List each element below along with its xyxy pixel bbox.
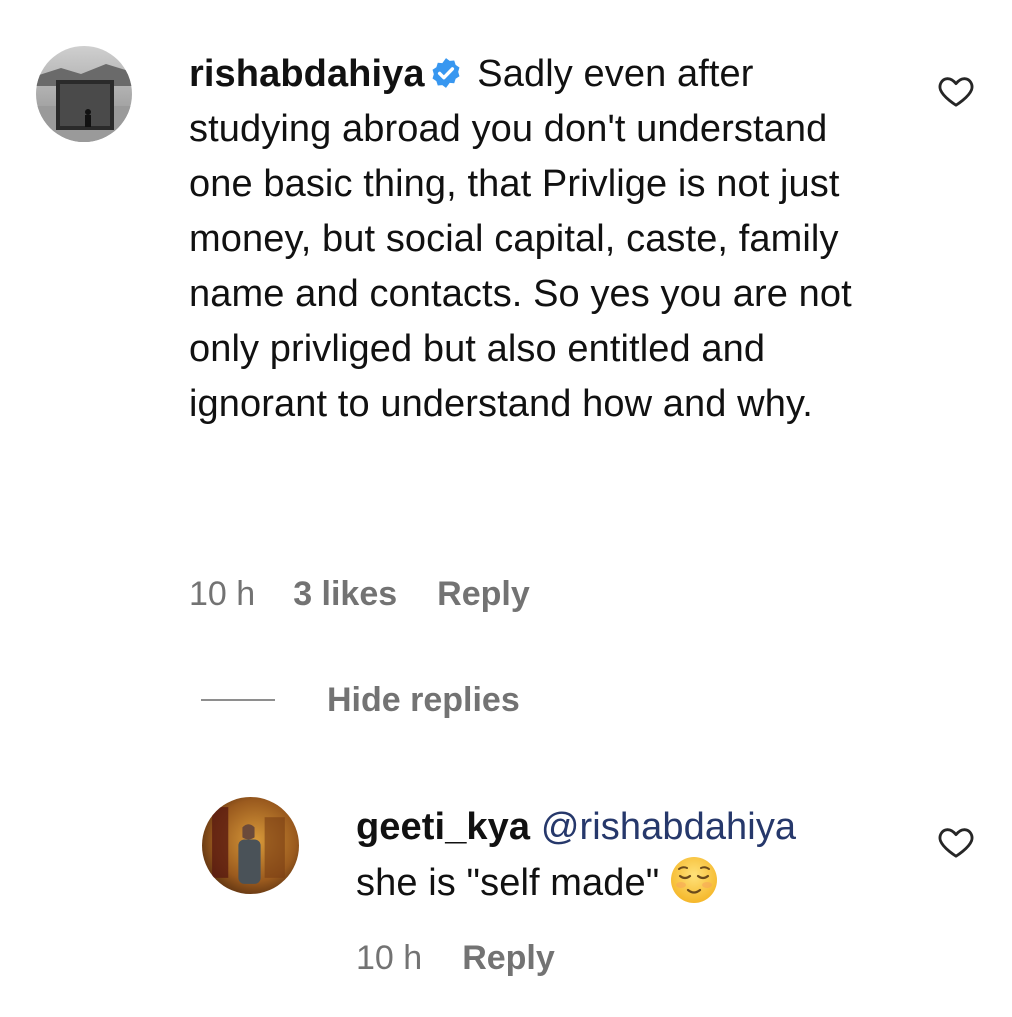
comment-meta: 10 h 3 likes Reply — [189, 572, 530, 616]
reply-text-block: geeti_kya @rishabdahiya she is "self mad… — [356, 800, 916, 911]
reply-avatar[interactable] — [202, 797, 299, 894]
reply-button[interactable]: Reply — [437, 575, 530, 614]
comment-text: Sadly even after studying abroad you don… — [189, 53, 852, 425]
comment-username[interactable]: rishabdahiya — [189, 53, 425, 95]
reply-meta: 10 h Reply — [356, 936, 555, 980]
reply-mention-link[interactable]: @rishabdahiya — [541, 806, 796, 848]
comment-timestamp: 10 h — [189, 574, 256, 613]
avatar[interactable] — [36, 46, 132, 142]
reply-like-heart-icon[interactable] — [936, 822, 976, 862]
like-heart-icon[interactable] — [936, 71, 976, 111]
reply-username[interactable]: geeti_kya — [356, 806, 530, 848]
reply-reply-button[interactable]: Reply — [462, 939, 555, 978]
hide-replies-label[interactable]: Hide replies — [327, 681, 520, 720]
reply-text: she is "self made" — [356, 862, 660, 904]
verified-badge-icon — [429, 51, 463, 88]
hide-replies-toggle[interactable]: Hide replies — [201, 678, 520, 722]
divider-line — [201, 699, 275, 701]
reply-timestamp: 10 h — [356, 938, 423, 977]
likes-count-link[interactable]: 3 likes — [293, 575, 397, 614]
comment-text-block: rishabdahiya Sadly even after studying a… — [189, 47, 889, 432]
relieved-face-emoji — [669, 855, 719, 905]
